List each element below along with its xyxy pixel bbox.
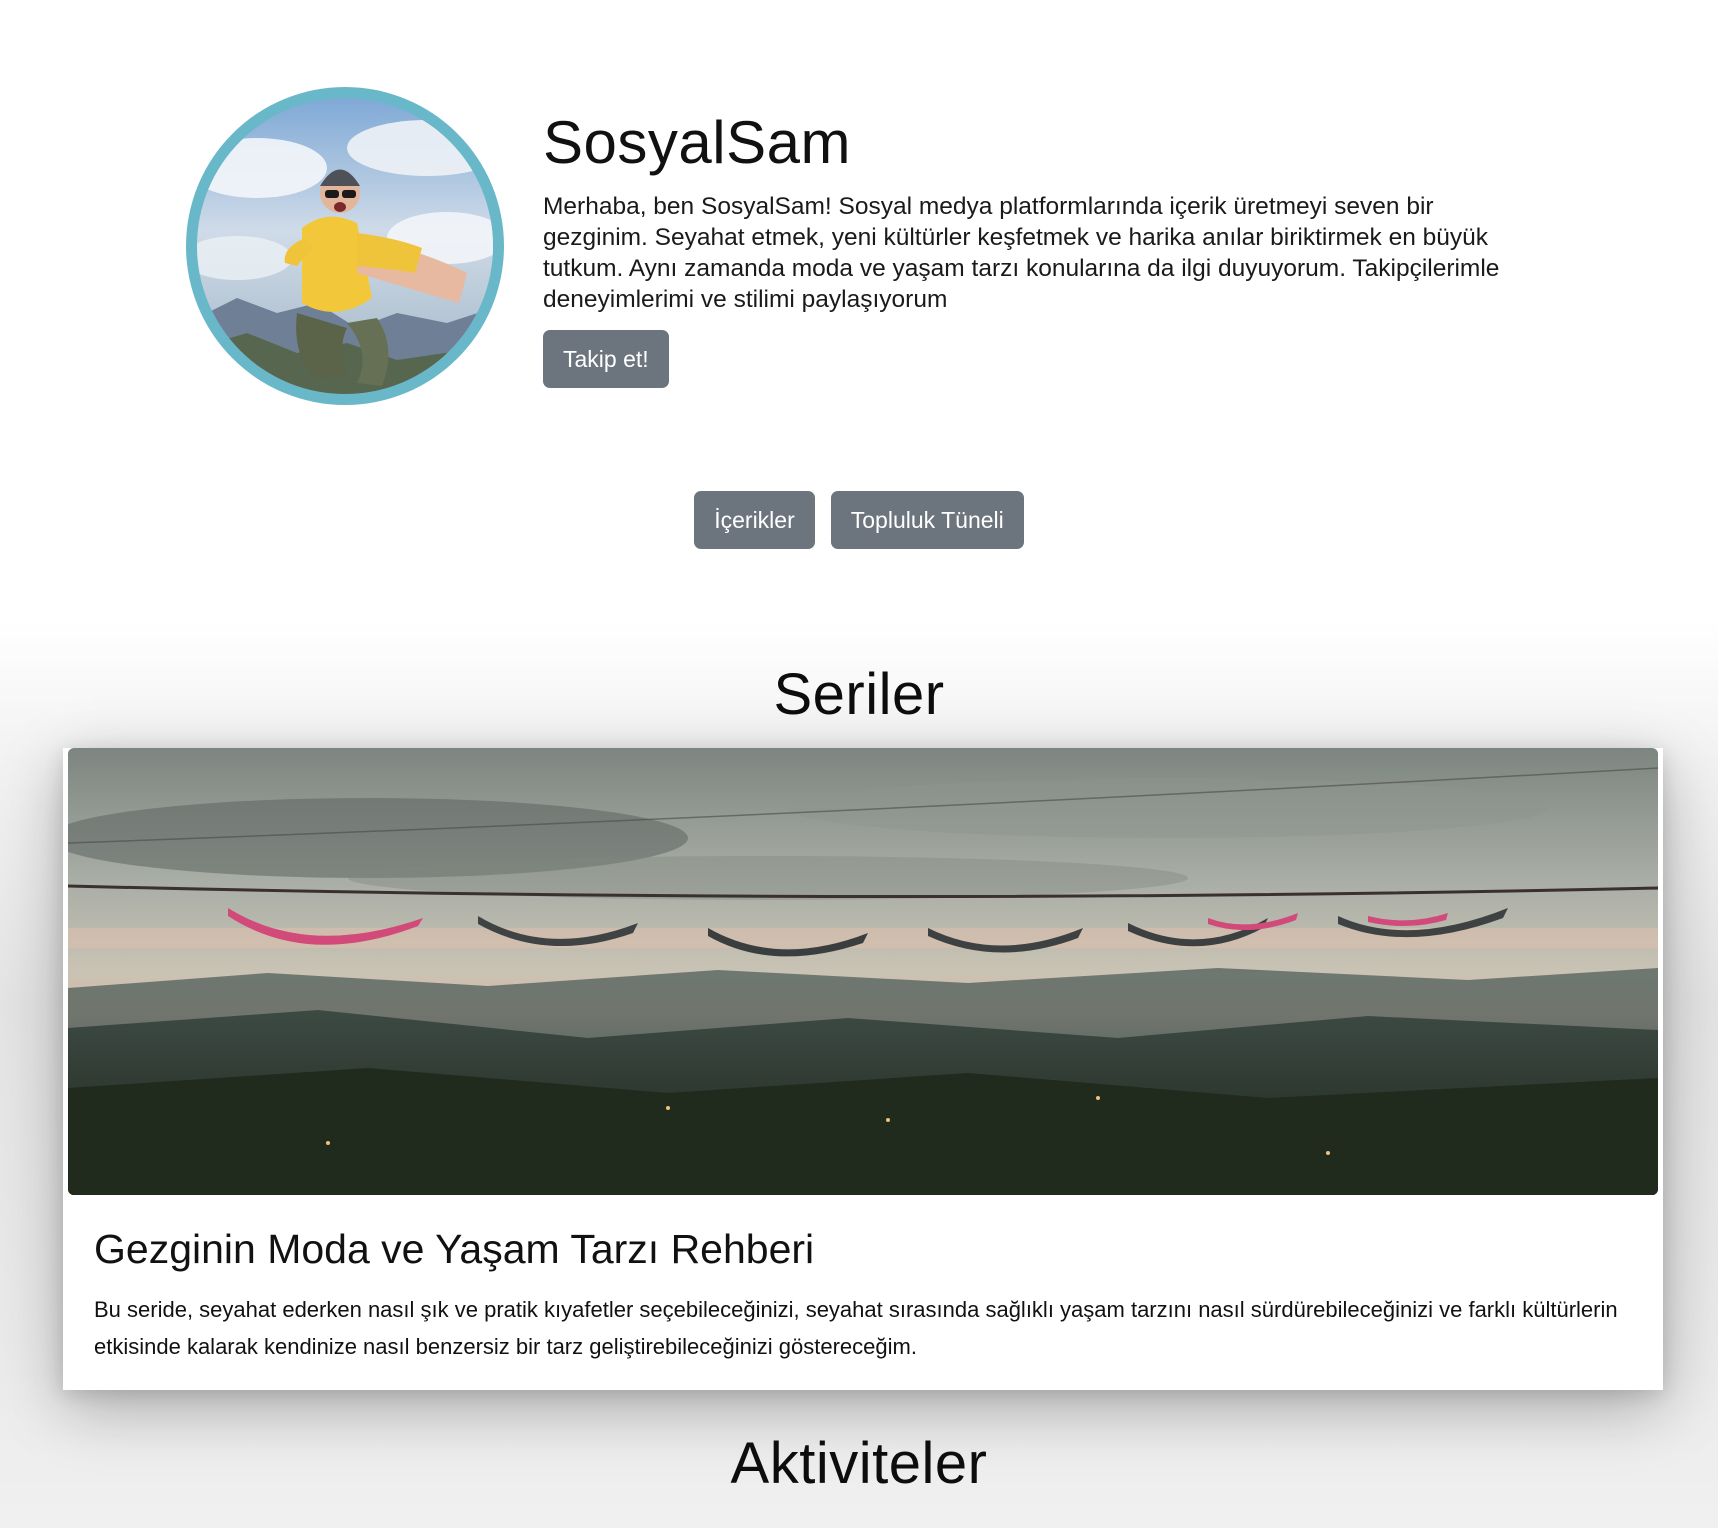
profile-name: SosyalSam [543, 109, 851, 176]
avatar[interactable] [186, 87, 504, 405]
series-card[interactable]: Gezginin Moda ve Yaşam Tarzı Rehberi Bu … [63, 748, 1663, 1390]
series-section-title: Seriler [773, 662, 945, 727]
profile-bio: Merhaba, ben SosyalSam! Sosyal medya pla… [543, 193, 1500, 313]
activities-section-title: Aktiviteler [730, 1431, 988, 1496]
series-cover-image [68, 748, 1658, 1195]
follow-button[interactable]: Takip et! [543, 330, 669, 388]
series-card-body: Gezginin Moda ve Yaşam Tarzı Rehberi Bu … [94, 1224, 1639, 1365]
tab-community-feed[interactable]: Topluluk Tüneli [830, 491, 1024, 549]
series-card-description: Bu seride, seyahat ederken nasıl şık ve … [94, 1297, 1618, 1359]
profile-header: SosyalSam Merhaba, ben SosyalSam! Sosyal… [186, 87, 1526, 417]
avatar-photo [197, 98, 493, 394]
profile-tabs: İçerikler Topluluk Tüneli [0, 491, 1718, 549]
profile-info: SosyalSam Merhaba, ben SosyalSam! Sosyal… [543, 107, 1523, 388]
series-card-title[interactable]: Gezginin Moda ve Yaşam Tarzı Rehberi [94, 1224, 1639, 1274]
tab-contents[interactable]: İçerikler [694, 491, 815, 549]
